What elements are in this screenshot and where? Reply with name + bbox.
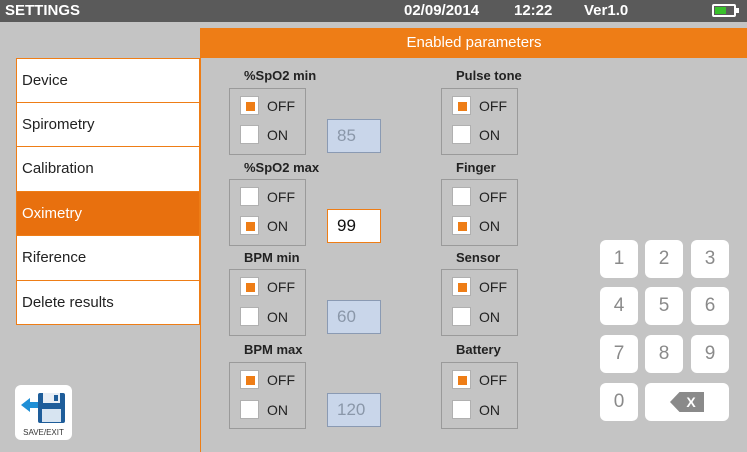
bpm-min-group: OFF ON	[229, 269, 306, 336]
battery-on-checkbox[interactable]	[452, 400, 471, 419]
bpm-max-group: OFF ON	[229, 362, 306, 429]
battery-off-option[interactable]: OFF	[452, 370, 507, 389]
spo2-max-on-checkbox[interactable]	[240, 216, 259, 235]
numpad-key-6[interactable]: 6	[691, 287, 729, 325]
spo2-max-on-option[interactable]: ON	[240, 216, 288, 235]
save-exit-button[interactable]: SAVE/EXIT	[15, 385, 72, 440]
spo2-max-group: OFF ON	[229, 179, 306, 246]
pulse-tone-label: Pulse tone	[456, 68, 522, 83]
numpad-key-7[interactable]: 7	[600, 335, 638, 373]
numpad-key-2[interactable]: 2	[645, 240, 683, 278]
bpm-max-on-label: ON	[267, 401, 288, 418]
finger-label: Finger	[456, 160, 496, 175]
spo2-min-on-option[interactable]: ON	[240, 125, 288, 144]
spo2-min-off-label: OFF	[267, 97, 295, 114]
sensor-off-checkbox[interactable]	[452, 277, 471, 296]
finger-on-option[interactable]: ON	[452, 216, 500, 235]
sensor-off-option[interactable]: OFF	[452, 277, 507, 296]
spo2-max-off-checkbox[interactable]	[240, 187, 259, 206]
sensor-on-label: ON	[479, 308, 500, 325]
sensor-label: Sensor	[456, 250, 501, 265]
numpad-key-1[interactable]: 1	[600, 240, 638, 278]
floppy-disk-icon	[21, 393, 65, 423]
bpm-max-off-checkbox[interactable]	[240, 370, 259, 389]
date-display: 02/09/2014	[404, 2, 480, 19]
sensor-group: OFF ON	[441, 269, 518, 336]
bpm-max-value-field[interactable]: 120	[327, 393, 381, 427]
finger-group: OFF ON	[441, 179, 518, 246]
save-exit-label: SAVE/EXIT	[23, 428, 64, 437]
pulse-tone-on-label: ON	[479, 126, 500, 143]
battery-param-label: Battery	[456, 342, 501, 357]
finger-off-checkbox[interactable]	[452, 187, 471, 206]
spo2-max-off-option[interactable]: OFF	[240, 187, 295, 206]
bpm-min-off-label: OFF	[267, 278, 295, 295]
finger-on-checkbox[interactable]	[452, 216, 471, 235]
bpm-min-value-field[interactable]: 60	[327, 300, 381, 334]
version-display: Ver1.0	[584, 2, 629, 19]
bpm-max-off-option[interactable]: OFF	[240, 370, 295, 389]
spo2-max-on-label: ON	[267, 217, 288, 234]
sensor-on-checkbox[interactable]	[452, 307, 471, 326]
battery-on-option[interactable]: ON	[452, 400, 500, 419]
spo2-max-off-label: OFF	[267, 188, 295, 205]
bpm-min-label: BPM min	[244, 250, 300, 265]
battery-level	[715, 7, 726, 14]
bpm-min-off-checkbox[interactable]	[240, 277, 259, 296]
backspace-icon: X	[670, 392, 704, 412]
battery-off-label: OFF	[479, 371, 507, 388]
spo2-min-value-field[interactable]: 85	[327, 119, 381, 153]
sensor-off-label: OFF	[479, 278, 507, 295]
time-display: 12:22	[514, 2, 553, 19]
bpm-max-label: BPM max	[244, 342, 303, 357]
menu-item-riference[interactable]: Riference	[16, 236, 200, 281]
numpad-key-5[interactable]: 5	[645, 287, 683, 325]
panel-divider	[200, 28, 201, 452]
pulse-tone-on-option[interactable]: ON	[452, 125, 500, 144]
screen-title: SETTINGS	[5, 2, 81, 19]
bpm-min-on-checkbox[interactable]	[240, 307, 259, 326]
menu-item-calibration[interactable]: Calibration	[16, 147, 200, 192]
numpad-key-9[interactable]: 9	[691, 335, 729, 373]
menu-item-oximetry[interactable]: Oximetry	[16, 191, 200, 236]
settings-menu: Device Spirometry Calibration Oximetry R…	[16, 58, 200, 325]
finger-on-label: ON	[479, 217, 500, 234]
battery-icon	[712, 4, 739, 17]
spo2-min-label: %SpO2 min	[244, 68, 317, 83]
spo2-min-off-option[interactable]: OFF	[240, 96, 295, 115]
battery-on-label: ON	[479, 401, 500, 418]
bpm-max-on-checkbox[interactable]	[240, 400, 259, 419]
pulse-tone-off-checkbox[interactable]	[452, 96, 471, 115]
battery-off-checkbox[interactable]	[452, 370, 471, 389]
bpm-max-off-label: OFF	[267, 371, 295, 388]
menu-item-delete-results[interactable]: Delete results	[16, 280, 200, 325]
finger-off-option[interactable]: OFF	[452, 187, 507, 206]
bpm-min-on-option[interactable]: ON	[240, 307, 288, 326]
spo2-min-on-label: ON	[267, 126, 288, 143]
menu-item-spirometry[interactable]: Spirometry	[16, 102, 200, 147]
pulse-tone-off-label: OFF	[479, 97, 507, 114]
battery-group: OFF ON	[441, 362, 518, 429]
numpad-key-4[interactable]: 4	[600, 287, 638, 325]
panel-header: Enabled parameters	[201, 28, 747, 58]
spo2-max-value-field[interactable]: 99	[327, 209, 381, 243]
pulse-tone-on-checkbox[interactable]	[452, 125, 471, 144]
spo2-max-label: %SpO2 max	[244, 160, 320, 175]
bpm-max-on-option[interactable]: ON	[240, 400, 288, 419]
sensor-on-option[interactable]: ON	[452, 307, 500, 326]
numpad-key-0[interactable]: 0	[600, 383, 638, 421]
spo2-min-on-checkbox[interactable]	[240, 125, 259, 144]
backspace-button[interactable]: X	[645, 383, 729, 421]
menu-item-device[interactable]: Device	[16, 58, 200, 103]
bpm-min-off-option[interactable]: OFF	[240, 277, 295, 296]
status-bar: SETTINGS 02/09/2014 12:22 Ver1.0	[0, 0, 747, 22]
pulse-tone-off-option[interactable]: OFF	[452, 96, 507, 115]
pulse-tone-group: OFF ON	[441, 88, 518, 155]
numpad-key-3[interactable]: 3	[691, 240, 729, 278]
numpad-key-8[interactable]: 8	[645, 335, 683, 373]
bpm-min-on-label: ON	[267, 308, 288, 325]
spo2-min-off-checkbox[interactable]	[240, 96, 259, 115]
spo2-min-group: OFF ON	[229, 88, 306, 155]
finger-off-label: OFF	[479, 188, 507, 205]
